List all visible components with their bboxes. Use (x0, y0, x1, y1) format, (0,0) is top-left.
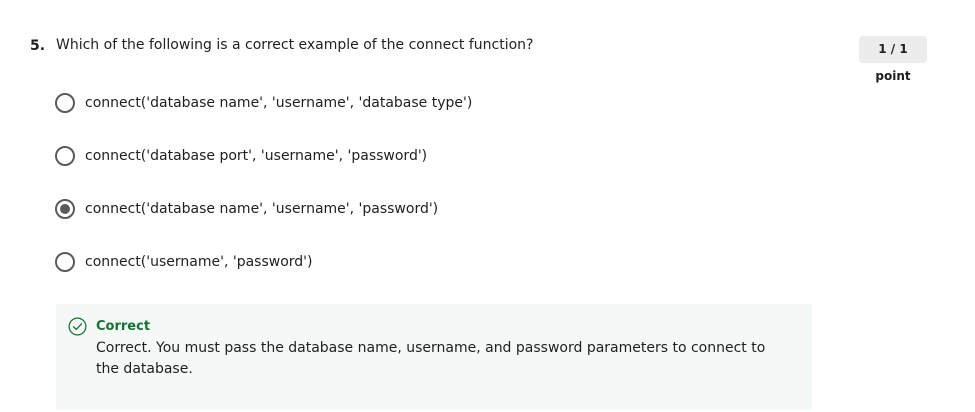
option-3[interactable]: connect('database name', 'username', 'pa… (55, 198, 438, 220)
radio-button-1[interactable] (55, 93, 75, 113)
option-label-4: connect('username', 'password') (85, 254, 313, 270)
radio-button-3[interactable] (55, 199, 75, 219)
feedback-title: Correct (96, 319, 151, 334)
points-badge: 1 / 1 point (859, 36, 927, 83)
radio-button-2[interactable] (55, 146, 75, 166)
question-text: Which of the following is a correct exam… (56, 37, 534, 53)
option-label-3: connect('database name', 'username', 'pa… (85, 201, 439, 217)
feedback-panel: Correct Correct. You must pass the datab… (56, 304, 812, 410)
check-circle-icon (68, 317, 87, 336)
feedback-text: Correct. You must pass the database name… (96, 340, 766, 377)
option-label-1: connect('database name', 'username', 'da… (85, 95, 473, 111)
radio-button-4[interactable] (55, 252, 75, 272)
question-number: 5. (30, 38, 46, 54)
option-4[interactable]: connect('username', 'password') (55, 251, 313, 273)
option-2[interactable]: connect('database port', 'username', 'pa… (55, 145, 427, 167)
option-1[interactable]: connect('database name', 'username', 'da… (55, 92, 472, 114)
option-label-2: connect('database port', 'username', 'pa… (85, 148, 428, 164)
